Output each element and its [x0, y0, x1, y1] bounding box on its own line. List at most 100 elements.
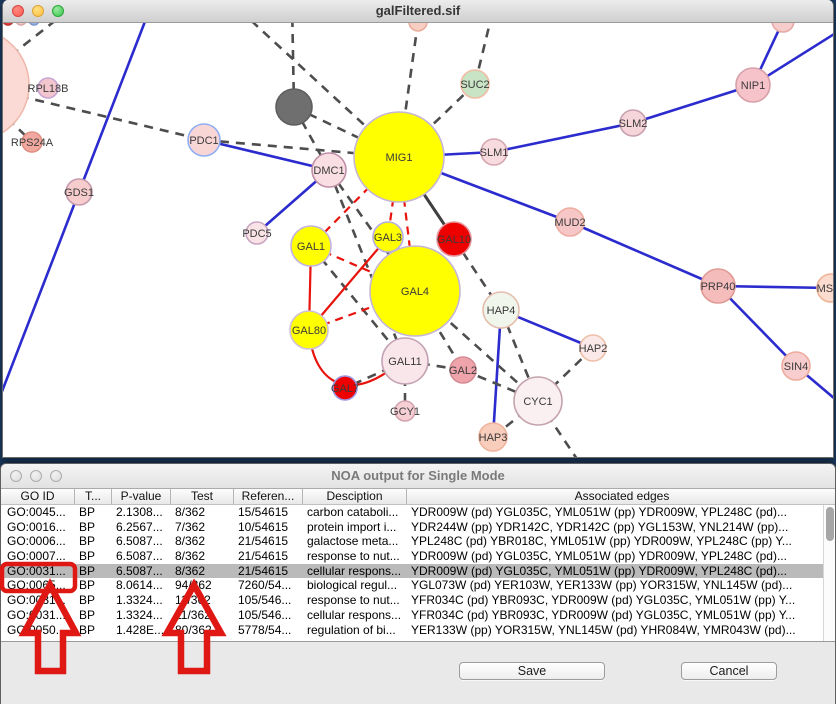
table-row[interactable]: GO:0065...BP8.0614...94/3627260/54...bio…	[1, 578, 836, 593]
network-window: RPL18BRPS24AGDS1PDC1DMC1MIG1SUC2SLM1SLM2…	[2, 0, 834, 458]
table-cell: BP	[75, 549, 112, 564]
table-cell: GO:0007...	[1, 549, 75, 564]
table-cell: 5778/54...	[234, 623, 303, 638]
table-cell: YDR009W (pd) YGL035C, YML051W (pp) YDR00…	[407, 564, 836, 579]
noa-results-table: GO IDT...P-valueTestReferen...Desciption…	[1, 488, 836, 642]
cancel-button[interactable]: Cancel	[681, 662, 777, 680]
node-label-GAL3: GAL3	[374, 232, 402, 244]
node-label-GAL1: GAL1	[297, 241, 325, 253]
zoom-button[interactable]	[50, 470, 62, 482]
network-titlebar[interactable]: galFiltered.sif	[3, 0, 833, 23]
node-label-HAP3: HAP3	[479, 432, 508, 444]
column-header-p-value[interactable]: P-value	[112, 488, 171, 504]
table-row[interactable]: GO:0050...BP1.428E...80/3625778/54...reg…	[1, 623, 836, 638]
node-label-GAL2: GAL2	[449, 365, 477, 377]
node-label-DMC1: DMC1	[313, 165, 344, 177]
node-label-NIP1: NIP1	[741, 80, 765, 92]
node-label-PDC1: PDC1	[189, 135, 218, 147]
table-cell: GO:0065...	[1, 578, 75, 593]
table-cell: BP	[75, 593, 112, 608]
table-cell: cellular respons...	[303, 564, 407, 579]
table-header: GO IDT...P-valueTestReferen...Desciption…	[1, 488, 836, 505]
table-row[interactable]: GO:0031...BP1.3324...11/362105/546...cel…	[1, 608, 836, 623]
node-label-GAL80: GAL80	[292, 325, 326, 337]
table-cell: 8/362	[171, 564, 234, 579]
table-cell: 21/54615	[234, 534, 303, 549]
table-cell: 11/362	[171, 593, 234, 608]
column-header-t[interactable]: T...	[75, 488, 112, 504]
table-cell: 6.2567...	[112, 520, 171, 535]
network-graph[interactable]: RPL18BRPS24AGDS1PDC1DMC1MIG1SUC2SLM1SLM2…	[3, 0, 834, 458]
table-cell: 6.5087...	[112, 534, 171, 549]
column-header-associated-edges[interactable]: Associated edges	[407, 488, 836, 504]
node-label-MIG1: MIG1	[386, 152, 413, 164]
table-cell: BP	[75, 564, 112, 579]
close-button[interactable]	[12, 5, 24, 17]
minimize-button[interactable]	[30, 470, 42, 482]
close-button[interactable]	[10, 470, 22, 482]
table-cell: biological regul...	[303, 578, 407, 593]
node-label-CYC1: CYC1	[523, 396, 552, 408]
network-window-title: galFiltered.sif	[3, 0, 833, 22]
table-cell: GO:0031...	[1, 593, 75, 608]
edge-blue	[493, 310, 501, 437]
table-cell: 6.5087...	[112, 549, 171, 564]
node-label-GAL4: GAL4	[401, 286, 429, 298]
table-row[interactable]: GO:0031...BP6.5087...8/36221/54615cellul…	[1, 564, 836, 579]
table-cell: 94/362	[171, 578, 234, 593]
table-cell: YGL073W (pd) YER103W, YER133W (pp) YOR31…	[407, 578, 836, 593]
table-cell: galactose meta...	[303, 534, 407, 549]
desktop: RPL18BRPS24AGDS1PDC1DMC1MIG1SUC2SLM1SLM2…	[0, 0, 836, 704]
table-cell: 8/362	[171, 505, 234, 520]
table-cell: 21/54615	[234, 549, 303, 564]
table-cell: GO:0016...	[1, 520, 75, 535]
table-row[interactable]: GO:0007...BP6.5087...8/36221/54615respon…	[1, 549, 836, 564]
table-row[interactable]: GO:0045...BP2.1308...8/36215/54615carbon…	[1, 505, 836, 520]
table-cell: GO:0006...	[1, 534, 75, 549]
table-cell: 8.0614...	[112, 578, 171, 593]
table-cell: BP	[75, 608, 112, 623]
table-cell: BP	[75, 623, 112, 638]
table-cell: YER133W (pp) YOR315W, YNL145W (pd) YHR08…	[407, 623, 836, 638]
node-gray[interactable]	[276, 89, 312, 125]
node-label-MUD2: MUD2	[554, 217, 585, 229]
column-header-test[interactable]: Test	[171, 488, 234, 504]
minimize-button[interactable]	[32, 5, 44, 17]
table-cell: YFR034C (pd) YBR093C, YDR009W (pd) YGL03…	[407, 608, 836, 623]
table-cell: YDR009W (pd) YGL035C, YML051W (pp) YDR00…	[407, 505, 836, 520]
column-header-desciption[interactable]: Desciption	[303, 488, 407, 504]
table-cell: 80/362	[171, 623, 234, 638]
table-cell: 1.3324...	[112, 608, 171, 623]
noa-window-title: NOA output for Single Mode	[1, 464, 835, 488]
table-cell: 105/546...	[234, 593, 303, 608]
edge-blue	[79, 6, 151, 192]
scrollbar-thumb[interactable]	[826, 507, 834, 541]
noa-titlebar[interactable]: NOA output for Single Mode	[1, 464, 835, 489]
node-label-SUC2: SUC2	[460, 79, 489, 91]
table-row[interactable]: GO:0031...BP1.3324...11/362105/546...res…	[1, 593, 836, 608]
node-label-GAL7: GAL7	[331, 383, 359, 395]
table-cell: YDR009W (pd) YGL035C, YML051W (pp) YDR00…	[407, 549, 836, 564]
column-header-referen[interactable]: Referen...	[234, 488, 303, 504]
edge-blue	[633, 85, 753, 123]
table-body: GO:0045...BP2.1308...8/36215/54615carbon…	[1, 505, 836, 637]
table-cell: 11/362	[171, 608, 234, 623]
table-cell: GO:0031...	[1, 608, 75, 623]
table-cell: 7260/54...	[234, 578, 303, 593]
node-label-PDC5: PDC5	[242, 228, 271, 240]
table-cell: response to nut...	[303, 549, 407, 564]
table-row[interactable]: GO:0006...BP6.5087...8/36221/54615galact…	[1, 534, 836, 549]
node-label-GCY1: GCY1	[390, 406, 420, 418]
zoom-button[interactable]	[52, 5, 64, 17]
table-cell: YPL248C (pd) YBR018C, YML051W (pp) YDR00…	[407, 534, 836, 549]
table-cell: 105/546...	[234, 608, 303, 623]
edge-blue	[494, 123, 633, 152]
table-cell: 21/54615	[234, 564, 303, 579]
node-label-HAP4: HAP4	[487, 305, 516, 317]
table-row[interactable]: GO:0016...BP6.2567...7/36210/54615protei…	[1, 520, 836, 535]
column-header-go-id[interactable]: GO ID	[1, 488, 75, 504]
table-cell: GO:0050...	[1, 623, 75, 638]
save-button[interactable]: Save	[459, 662, 605, 680]
node-label-GDS1: GDS1	[64, 187, 94, 199]
vertical-scrollbar[interactable]	[823, 505, 836, 641]
